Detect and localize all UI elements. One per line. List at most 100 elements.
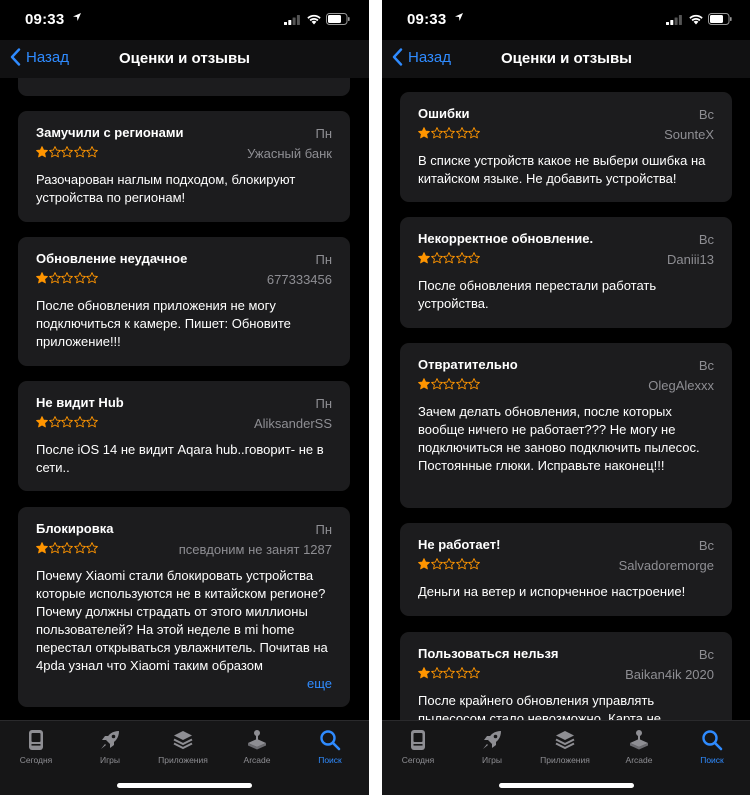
tab-games[interactable]: Игры [80,729,140,765]
review-author: AliksanderSS [253,416,332,431]
status-bar: 09:33 [0,0,369,40]
tab-apps[interactable]: Приложения [153,729,213,765]
star-filled-icon [418,667,430,679]
star-filled-icon [36,542,48,554]
review-title: Не работает! [418,537,501,552]
review-author: OlegAlexxx [648,378,714,393]
joystick-icon [248,730,266,750]
battery-icon [708,13,732,25]
battery-icon [326,13,350,25]
tab-label: Поиск [318,755,342,765]
review-day: Вс [698,232,714,247]
star-empty-icon [455,378,468,390]
review-author: Baikan4ik 2020 [625,667,714,682]
status-time: 09:33 [407,11,447,28]
review-card[interactable]: Некорректное обновление. Вс Daniii13 Пос… [400,217,732,328]
review-card[interactable]: Ошибки Вс SounteX В списке устройств как… [400,92,732,202]
home-indicator[interactable] [499,783,634,788]
search-icon [702,730,723,751]
star-empty-icon [61,416,73,428]
review-author: Daniii13 [667,252,714,267]
review-card[interactable]: Отвратительно Вс OlegAlexxx Зачем делать… [400,343,732,508]
star-empty-icon [86,542,98,554]
star-filled-icon [36,416,48,428]
star-empty-icon [86,272,98,284]
star-filled-icon [418,558,430,570]
star-empty-icon [430,252,443,264]
star-empty-icon [443,127,455,139]
review-day: Вс [698,107,714,122]
star-rating [418,558,481,570]
wifi-icon [689,14,703,25]
review-author: псевдоним не занят 1287 [178,542,332,557]
reviews-list[interactable]: Ошибки Вс SounteX В списке устройств как… [382,78,750,720]
tab-arcade[interactable]: Arcade [227,729,287,765]
tab-search[interactable]: Поиск [682,729,742,765]
star-empty-icon [73,272,86,284]
review-day: Вс [698,647,714,662]
star-rating [418,378,481,390]
star-empty-icon [468,667,480,679]
tab-label: Игры [481,755,503,765]
wifi-icon [307,14,321,25]
page-title: Оценки и отзывы [500,50,632,67]
tab-label: Приложения [158,755,208,765]
star-empty-icon [455,558,468,570]
review-day: Пн [315,396,332,411]
tab-arcade[interactable]: Arcade [609,729,669,765]
review-card[interactable]: Пользоваться нельзя Вс Baikan4ik 2020 По… [400,632,732,720]
star-empty-icon [468,252,480,264]
review-body: Почему Xiaomi стали блокировать устройст… [36,568,328,673]
star-empty-icon [430,667,443,679]
location-arrow-icon [455,13,463,21]
review-card[interactable]: Замучили с регионами Пн Ужасный банк Раз… [18,111,350,222]
home-indicator[interactable] [117,783,252,788]
tab-label: Игры [99,755,121,765]
star-empty-icon [61,272,73,284]
star-empty-icon [443,378,455,390]
rocket-icon [101,731,119,749]
page-title: Оценки и отзывы [118,50,250,67]
star-rating [36,542,99,554]
tab-label: Сегодня [19,755,53,765]
review-day: Вс [698,358,714,373]
cellular-signal-icon [666,15,682,25]
review-body: После iOS 14 не видит Aqara hub..говорит… [36,442,324,475]
status-bar: 09:33 [382,0,750,40]
more-link[interactable]: еще [294,676,332,691]
star-empty-icon [73,416,86,428]
tab-apps[interactable]: Приложения [535,729,595,765]
star-empty-icon [48,146,61,158]
tab-label: Сегодня [401,755,435,765]
review-card[interactable]: Не работает! Вс Salvadoremorge Деньги на… [400,523,732,616]
tab-today[interactable]: Сегодня [388,729,448,765]
review-card-partial [18,78,350,96]
star-empty-icon [443,558,455,570]
star-rating [418,667,481,679]
review-card[interactable]: Не видит Hub Пн AliksanderSS После iOS 1… [18,381,350,491]
tab-today[interactable]: Сегодня [6,729,66,765]
review-title: Замучили с регионами [36,125,184,140]
star-empty-icon [61,542,73,554]
star-filled-icon [418,127,430,139]
cellular-signal-icon [284,15,300,25]
navigation-bar: Назад Оценки и отзывы [382,40,750,78]
review-day: Пн [315,126,332,141]
search-icon [320,730,341,751]
tab-search[interactable]: Поиск [300,729,360,765]
review-title: Не видит Hub [36,395,124,410]
star-empty-icon [430,127,443,139]
star-empty-icon [455,127,468,139]
rocket-icon [483,731,501,749]
review-card[interactable]: Обновление неудачное Пн 677333456 После … [18,237,350,366]
review-body: Зачем делать обновления, после которых в… [418,404,700,473]
review-title: Некорректное обновление. [418,231,594,246]
star-rating [36,416,99,428]
review-body: Деньги на ветер и испорченное настроение… [418,584,686,599]
star-empty-icon [73,146,86,158]
star-rating [418,127,481,139]
star-filled-icon [418,378,430,390]
review-card[interactable]: Блокировка Пн псевдоним не занят 1287 По… [18,507,350,707]
reviews-list[interactable]: Замучили с регионами Пн Ужасный банк Раз… [0,78,369,720]
tab-games[interactable]: Игры [462,729,522,765]
